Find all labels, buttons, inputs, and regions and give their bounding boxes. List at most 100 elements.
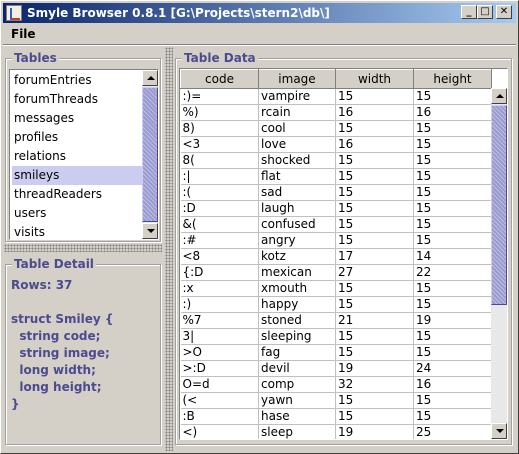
table-cell-image[interactable]: happy — [258, 296, 336, 313]
maximize-button[interactable]: □ — [477, 5, 493, 19]
table-row[interactable]: %) rcain 16 16 — [180, 104, 492, 121]
scroll-thumb[interactable] — [491, 105, 507, 305]
table-cell-height[interactable]: 16 — [413, 104, 492, 121]
table-row[interactable]: O=d comp 32 16 — [180, 376, 492, 393]
table-cell-height[interactable]: 15 — [413, 232, 492, 249]
table-row[interactable]: :(sad 15 15 — [180, 184, 492, 201]
table-cell-height[interactable]: 15 — [413, 408, 492, 425]
table-cell-width[interactable]: 15 — [335, 200, 414, 217]
table-scrollbar[interactable] — [491, 88, 507, 439]
table-row[interactable]: :| flat 15 15 — [180, 168, 492, 185]
table-cell-image[interactable]: love — [258, 136, 336, 153]
table-row[interactable]: <3 love 16 15 — [180, 136, 492, 153]
table-cell-image[interactable]: laugh — [258, 200, 336, 217]
table-cell-code[interactable]: >O — [180, 344, 259, 361]
table-row[interactable]: :B hase 15 15 — [180, 408, 492, 425]
table-cell-width[interactable]: 15 — [335, 120, 414, 137]
table-cell-height[interactable]: 24 — [413, 360, 492, 377]
table-cell-height[interactable]: 15 — [413, 120, 492, 137]
table-cell-code[interactable]: %7 — [180, 312, 259, 329]
table-cell-height[interactable]: 15 — [413, 168, 492, 185]
table-cell-width[interactable]: 16 — [335, 136, 414, 153]
table-cell-image[interactable]: mexican — [258, 264, 336, 281]
table-cell-height[interactable]: 25 — [413, 424, 492, 439]
table-cell-width[interactable]: 19 — [335, 360, 414, 377]
table-cell-code[interactable]: (< — [180, 392, 259, 409]
scroll-up-icon[interactable] — [491, 88, 507, 104]
table-cell-height[interactable]: 15 — [413, 280, 492, 297]
table-cell-code[interactable]: :| — [180, 168, 259, 185]
table-row[interactable]: <) sleep 19 25 — [180, 424, 492, 439]
table-cell-width[interactable]: 15 — [335, 296, 414, 313]
table-cell-image[interactable]: xmouth — [258, 280, 336, 297]
table-row[interactable]: :) happy 15 15 — [180, 296, 492, 313]
table-cell-height[interactable]: 16 — [413, 376, 492, 393]
table-cell-height[interactable]: 15 — [413, 88, 492, 105]
horizontal-splitter[interactable] — [4, 244, 162, 252]
minimize-button[interactable]: _ — [461, 5, 477, 19]
table-row[interactable]: :)= vampire 15 15 — [180, 88, 492, 105]
scroll-down-icon[interactable] — [491, 423, 507, 439]
table-cell-image[interactable]: vampire — [258, 88, 336, 105]
table-cell-width[interactable]: 15 — [335, 408, 414, 425]
table-row[interactable]: 8(shocked 15 15 — [180, 152, 492, 169]
table-row[interactable]: :x xmouth 15 15 — [180, 280, 492, 297]
table-row[interactable]: :D laugh 15 15 — [180, 200, 492, 217]
table-cell-width[interactable]: 15 — [335, 184, 414, 201]
tables-list[interactable]: forumEntries forumThreads messages profiles… — [9, 69, 159, 240]
list-item[interactable]: relations — [12, 147, 143, 166]
table-cell-code[interactable]: 8) — [180, 120, 259, 137]
table-row[interactable]: &(confused 15 15 — [180, 216, 492, 233]
table-cell-width[interactable]: 15 — [335, 280, 414, 297]
table-row[interactable]: 8) cool 15 15 — [180, 120, 492, 137]
list-item[interactable]: forumEntries — [12, 71, 143, 90]
table-cell-width[interactable]: 15 — [335, 168, 414, 185]
column-header-image[interactable]: image — [258, 69, 336, 89]
list-item[interactable]: users — [12, 204, 143, 223]
table-cell-height[interactable]: 15 — [413, 328, 492, 345]
table-cell-code[interactable]: &( — [180, 216, 259, 233]
table-cell-width[interactable]: 15 — [335, 392, 414, 409]
table-cell-image[interactable]: kotz — [258, 248, 336, 265]
table-cell-width[interactable]: 21 — [335, 312, 414, 329]
table-row[interactable]: >:D devil 19 24 — [180, 360, 492, 377]
scroll-thumb[interactable] — [142, 87, 158, 222]
table-cell-image[interactable]: rcain — [258, 104, 336, 121]
table-cell-height[interactable]: 15 — [413, 136, 492, 153]
table-cell-width[interactable]: 15 — [335, 232, 414, 249]
table-cell-height[interactable]: 15 — [413, 296, 492, 313]
table-cell-height[interactable]: 15 — [413, 152, 492, 169]
table-cell-image[interactable]: shocked — [258, 152, 336, 169]
table-cell-code[interactable]: :D — [180, 200, 259, 217]
table-cell-code[interactable]: <) — [180, 424, 259, 439]
menu-file[interactable]: File — [11, 27, 36, 41]
table-cell-image[interactable]: yawn — [258, 392, 336, 409]
table-row[interactable]: (< yawn 15 15 — [180, 392, 492, 409]
list-item[interactable]: threadReaders — [12, 185, 143, 204]
column-header-width[interactable]: width — [335, 69, 414, 89]
table-cell-width[interactable]: 15 — [335, 216, 414, 233]
table-cell-code[interactable]: {:D — [180, 264, 259, 281]
table-cell-code[interactable]: %) — [180, 104, 259, 121]
table-cell-width[interactable]: 16 — [335, 104, 414, 121]
table-cell-height[interactable]: 15 — [413, 184, 492, 201]
table-cell-height[interactable]: 15 — [413, 200, 492, 217]
table-cell-image[interactable]: cool — [258, 120, 336, 137]
table-cell-width[interactable]: 15 — [335, 88, 414, 105]
title-bar[interactable]: Smyle Browser 0.8.1 [G:\Projects\stern2\… — [3, 3, 516, 23]
list-item[interactable]: forumThreads — [12, 90, 143, 109]
table-cell-code[interactable]: :x — [180, 280, 259, 297]
table-row[interactable]: >O fag 15 15 — [180, 344, 492, 361]
table-cell-code[interactable]: :B — [180, 408, 259, 425]
table-cell-code[interactable]: :) — [180, 296, 259, 313]
table-cell-width[interactable]: 27 — [335, 264, 414, 281]
table-cell-code[interactable]: 8( — [180, 152, 259, 169]
table-cell-code[interactable]: >:D — [180, 360, 259, 377]
table-cell-height[interactable]: 22 — [413, 264, 492, 281]
table-cell-image[interactable]: fag — [258, 344, 336, 361]
table-cell-code[interactable]: :# — [180, 232, 259, 249]
table-cell-image[interactable]: sleep — [258, 424, 336, 439]
table-cell-image[interactable]: devil — [258, 360, 336, 377]
list-item[interactable]: visits — [12, 223, 143, 239]
table-cell-code[interactable]: :)= — [180, 88, 259, 105]
